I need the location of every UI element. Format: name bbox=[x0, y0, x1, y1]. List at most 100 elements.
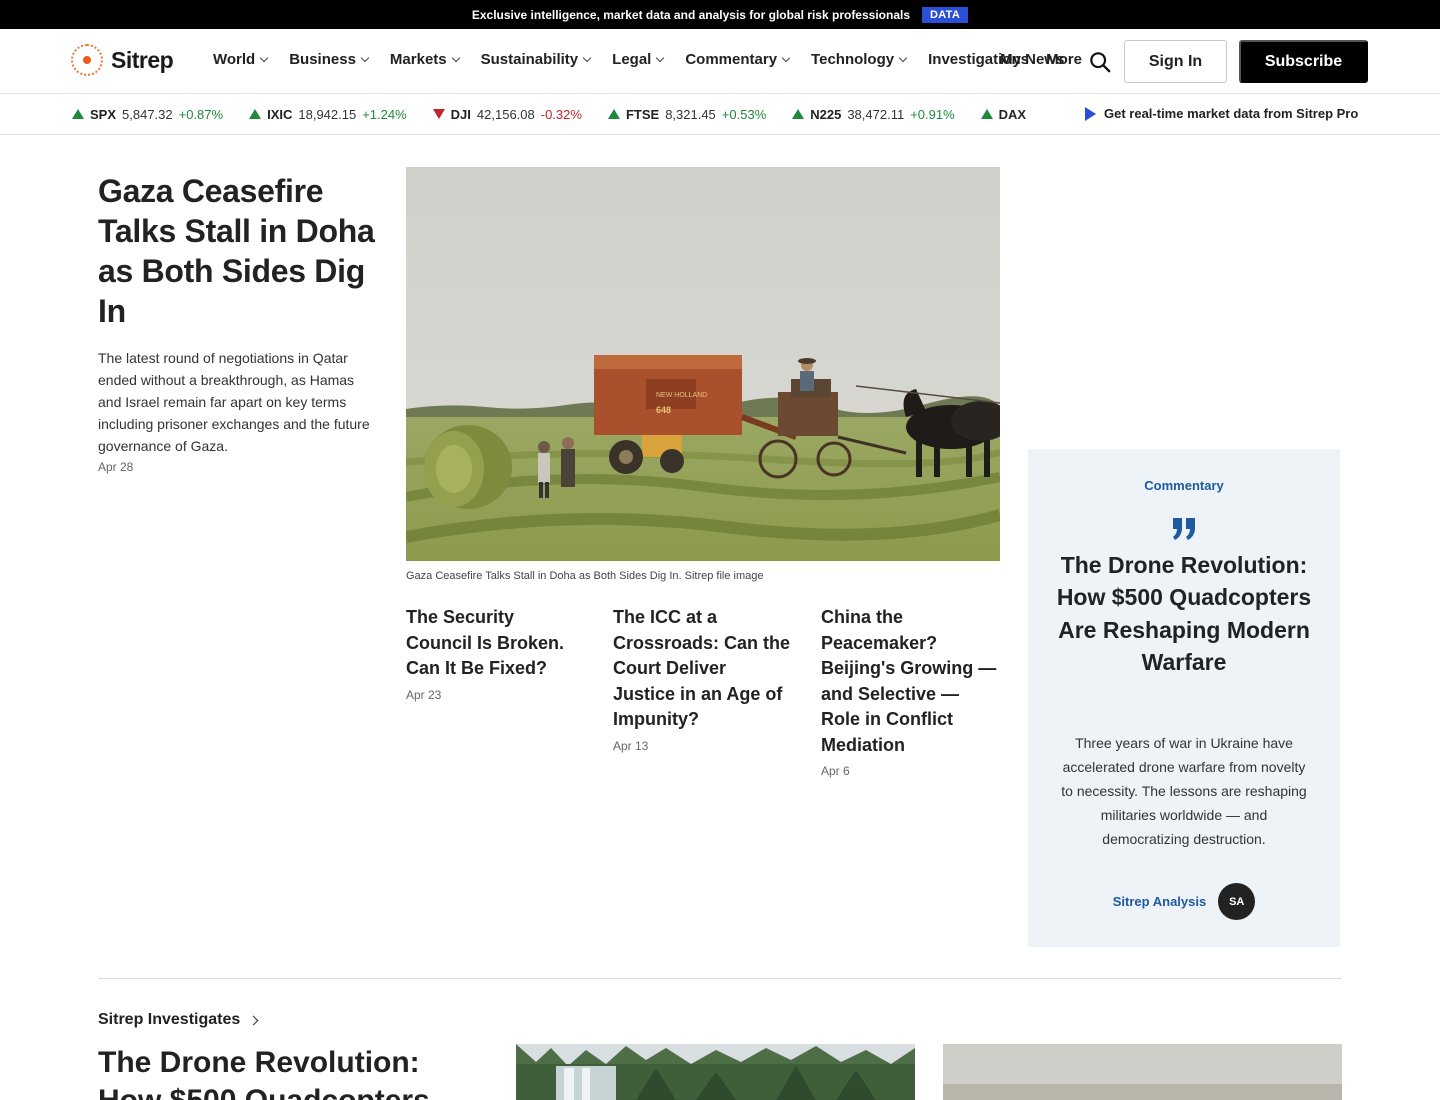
up-arrow-icon bbox=[249, 109, 262, 119]
ticker-symbol: DAX bbox=[998, 106, 1027, 122]
commentary-kicker[interactable]: Commentary bbox=[1028, 478, 1340, 493]
ticker-value: 8,321.45 bbox=[665, 106, 716, 122]
ticker-item-ftse[interactable]: FTSE 8,321.45 +0.53% bbox=[607, 106, 767, 122]
chevron-down-icon bbox=[898, 53, 908, 62]
secondary-story-date: Apr 13 bbox=[613, 738, 649, 753]
ticker-value: 5,847.32 bbox=[122, 106, 173, 122]
lead-image-caption: Gaza Ceasefire Talks Stall in Doha as Bo… bbox=[406, 570, 764, 582]
market-ticker: SPX 5,847.32 +0.87% IXIC 18,942.15 +1.24… bbox=[0, 94, 1440, 135]
nav-item-business[interactable]: Business bbox=[289, 51, 370, 68]
ticker-symbol: FTSE bbox=[625, 106, 660, 122]
section-label: Sitrep Investigates bbox=[98, 1011, 241, 1028]
main-nav: World Business Markets Sustainability Le… bbox=[213, 51, 1082, 68]
commentary-summary: Three years of war in Ukraine have accel… bbox=[1061, 735, 1307, 847]
logo-icon bbox=[71, 44, 103, 76]
investigates-headline[interactable]: The Drone Revolution: How $500 Quadcopte… bbox=[98, 1044, 488, 1100]
secondary-story[interactable]: The ICC at a Crossroads: Can the Court D… bbox=[613, 605, 791, 753]
commentary-card[interactable]: Commentary The Drone Revolution: How $50… bbox=[1028, 449, 1340, 947]
quote-icon bbox=[1173, 518, 1195, 540]
ticker-value: 42,156.08 bbox=[476, 106, 535, 122]
nav-item-world[interactable]: World bbox=[213, 51, 269, 68]
ticker-item-ixic[interactable]: IXIC 18,942.15 +1.24% bbox=[249, 107, 407, 122]
investigates-image-forest[interactable] bbox=[516, 1044, 915, 1100]
forest-waterfall-image bbox=[516, 1044, 915, 1100]
chevron-right-icon bbox=[248, 1015, 259, 1025]
promo-text: Exclusive intelligence, market data and … bbox=[471, 7, 911, 22]
market-data-cta[interactable]: Get real-time market data from Sitrep Pr… bbox=[1085, 106, 1358, 121]
ticker-symbol: N225 bbox=[810, 106, 842, 122]
down-arrow-icon bbox=[432, 109, 445, 119]
nav-item-investigations[interactable]: Investigations My News More bbox=[928, 51, 1082, 68]
ticker-item-spx[interactable]: SPX 5,847.32 +0.87% bbox=[72, 107, 223, 122]
secondary-story-title[interactable]: China the Peacemaker? Beijing's Growing … bbox=[821, 605, 999, 758]
ticker-change: +0.87% bbox=[178, 106, 224, 122]
chevron-down-icon bbox=[656, 53, 665, 62]
nav-label: World bbox=[213, 51, 256, 68]
logo-text: Sitrep bbox=[111, 46, 174, 73]
chevron-down-icon bbox=[582, 53, 592, 62]
field-image bbox=[943, 1044, 1342, 1100]
ticker-symbol: SPX bbox=[90, 106, 117, 122]
lead-image[interactable]: NEW HOLLAND 648 bbox=[406, 167, 1000, 561]
ticker-value: 38,472.11 bbox=[847, 106, 905, 122]
ticker-change: -0.32% bbox=[540, 106, 582, 122]
section-divider bbox=[98, 978, 1342, 979]
ticker-change: +0.53% bbox=[721, 106, 767, 122]
logo[interactable]: Sitrep bbox=[71, 44, 174, 76]
nav-item-more[interactable]: More bbox=[1046, 51, 1082, 68]
nav-label: Sustainability bbox=[480, 51, 579, 68]
nav-item-legal[interactable]: Legal bbox=[612, 51, 665, 68]
secondary-story-date: Apr 23 bbox=[406, 687, 442, 702]
baler-model-text: 648 bbox=[656, 405, 671, 415]
promo-bar: Exclusive intelligence, market data and … bbox=[0, 0, 1440, 29]
secondary-story[interactable]: The Security Council Is Broken. Can It B… bbox=[406, 605, 584, 702]
ticker-change: +0.91% bbox=[910, 106, 955, 122]
nav-item-markets[interactable]: Markets bbox=[389, 51, 460, 68]
ticker-change: +1.24% bbox=[362, 106, 407, 122]
secondary-story-date: Apr 6 bbox=[821, 764, 850, 778]
commentary-byline[interactable]: Sitrep Analysis SA bbox=[1028, 883, 1340, 920]
nav-label: Commentary bbox=[685, 51, 778, 68]
chevron-down-icon bbox=[259, 53, 269, 62]
nav-label: Markets bbox=[389, 51, 447, 68]
section-link-investigates[interactable]: Sitrep Investigates bbox=[98, 1011, 259, 1029]
secondary-story-title[interactable]: The ICC at a Crossroads: Can the Court D… bbox=[613, 605, 791, 733]
sign-in-button[interactable]: Sign In bbox=[1124, 40, 1227, 83]
avatar: SA bbox=[1218, 883, 1256, 920]
nav-item-sustainability[interactable]: Sustainability bbox=[480, 51, 592, 68]
nav-label: Legal bbox=[612, 51, 652, 68]
chevron-down-icon bbox=[360, 53, 370, 62]
secondary-story-title[interactable]: The Security Council Is Broken. Can It B… bbox=[406, 605, 584, 682]
up-arrow-icon bbox=[792, 109, 805, 119]
search-icon[interactable] bbox=[1089, 51, 1111, 73]
ticker-track: SPX 5,847.32 +0.87% IXIC 18,942.15 +1.24… bbox=[72, 94, 1080, 134]
nav-label: Business bbox=[289, 51, 356, 68]
promo-badge[interactable]: DATA bbox=[922, 6, 969, 23]
commentary-title[interactable]: The Drone Revolution: How $500 Quadcopte… bbox=[1056, 549, 1312, 678]
baler-brand-text: NEW HOLLAND bbox=[656, 392, 707, 399]
ticker-item-dji[interactable]: DJI 42,156.08 -0.32% bbox=[432, 106, 582, 122]
nav-label: Technology bbox=[811, 51, 895, 68]
up-arrow-icon bbox=[607, 109, 620, 119]
ticker-symbol: IXIC bbox=[267, 106, 293, 122]
author-name[interactable]: Sitrep Analysis bbox=[1113, 894, 1206, 909]
market-data-cta-label: Get real-time market data from Sitrep Pr… bbox=[1104, 106, 1359, 121]
nav-item-commentary[interactable]: Commentary bbox=[685, 51, 791, 68]
ticker-item-dax[interactable]: DAX bbox=[980, 106, 1027, 122]
subscribe-button[interactable]: Subscribe bbox=[1239, 40, 1368, 83]
ticker-item-n225[interactable]: N225 38,472.11 +0.91% bbox=[792, 106, 955, 122]
chevron-down-icon bbox=[781, 53, 791, 62]
secondary-story[interactable]: China the Peacemaker? Beijing's Growing … bbox=[821, 605, 999, 778]
up-arrow-icon bbox=[980, 109, 993, 119]
nav-item-technology[interactable]: Technology bbox=[811, 51, 908, 68]
chevron-down-icon bbox=[451, 53, 460, 62]
ticker-symbol: DJI bbox=[450, 106, 471, 122]
site-header: Sitrep World Business Markets Sustainabi… bbox=[0, 29, 1440, 94]
investigates-image-field[interactable] bbox=[943, 1044, 1342, 1100]
lead-summary: The latest round of negotiations in Qata… bbox=[98, 350, 370, 454]
up-arrow-icon bbox=[72, 109, 84, 119]
play-icon bbox=[1085, 106, 1096, 121]
farm-scene-image: NEW HOLLAND 648 bbox=[406, 167, 1000, 561]
ticker-value: 18,942.15 bbox=[298, 106, 357, 122]
lead-headline[interactable]: Gaza Ceasefire Talks Stall in Doha as Bo… bbox=[98, 171, 388, 331]
